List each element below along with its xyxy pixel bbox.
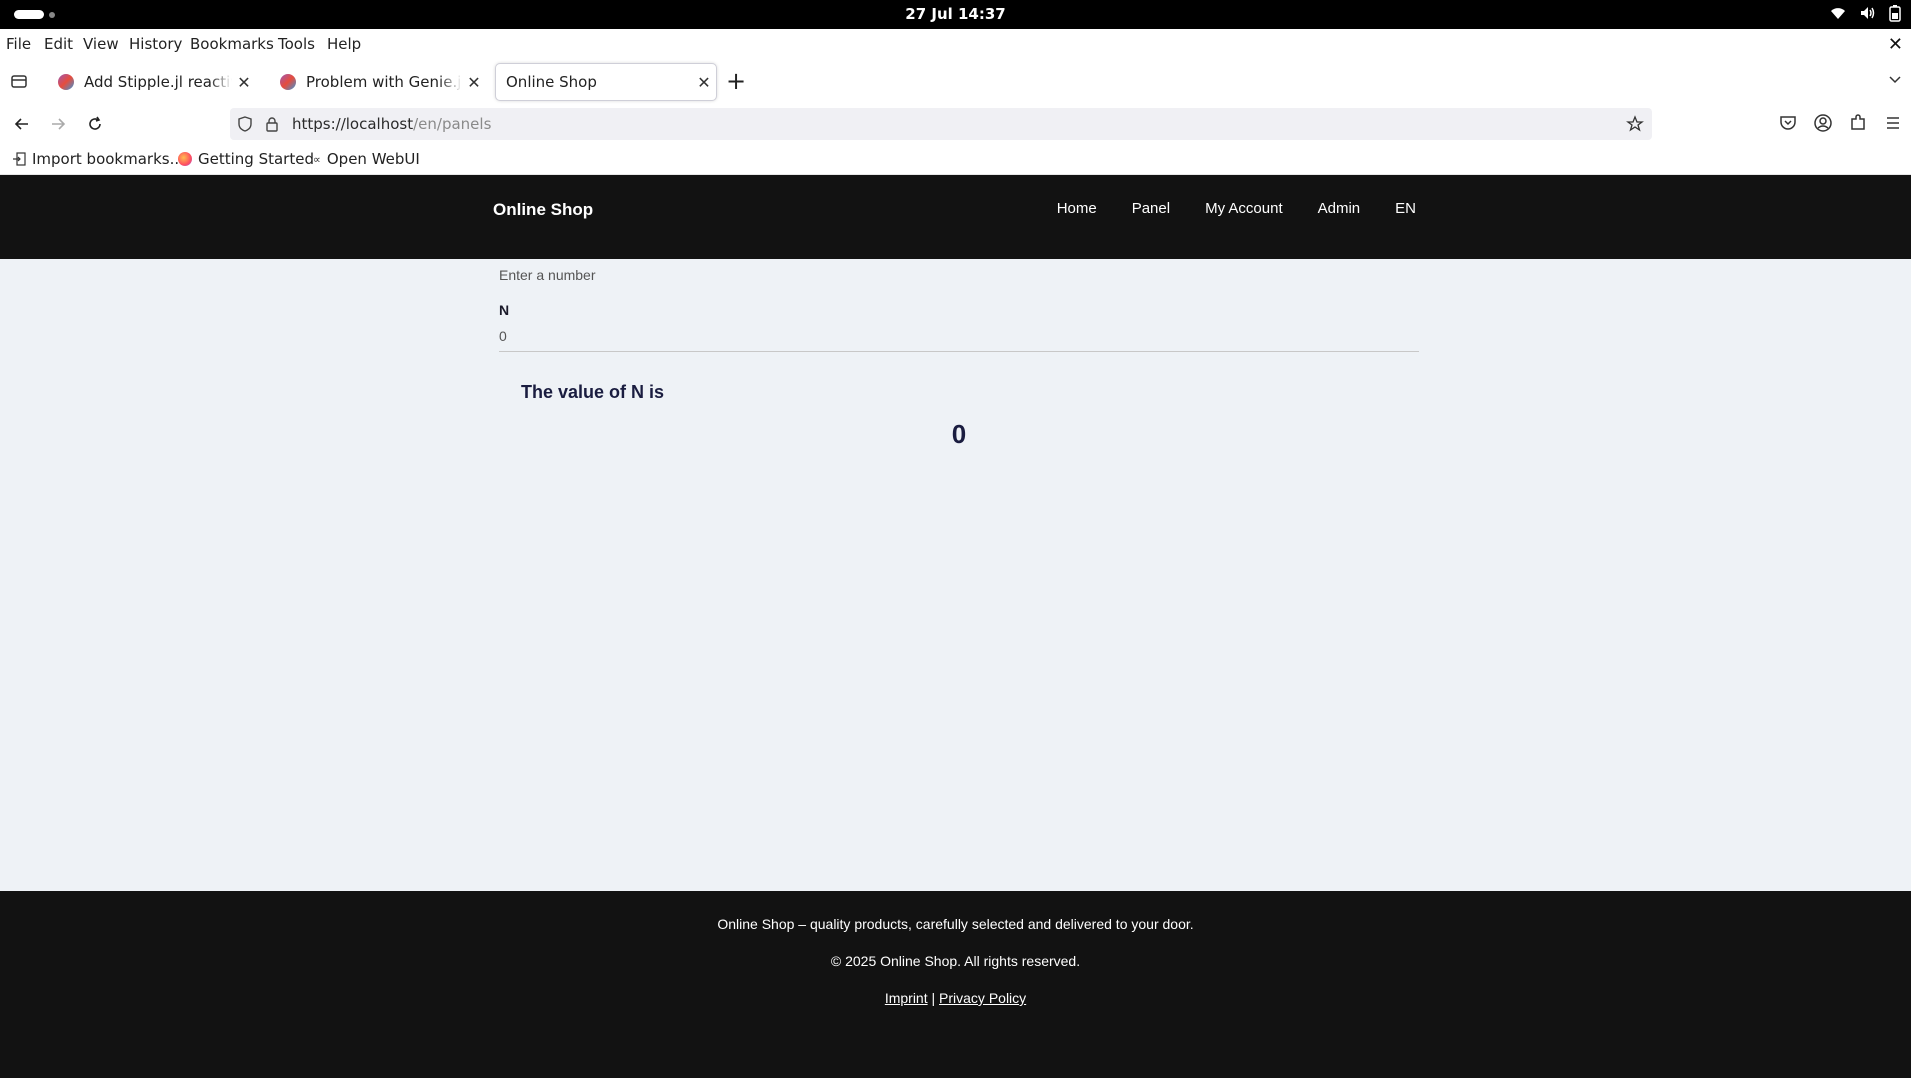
footer-copyright: © 2025 Online Shop. All rights reserved.	[830, 953, 1081, 969]
footer-separator: |	[931, 990, 936, 1006]
site-brand[interactable]: Online Shop	[493, 200, 593, 220]
nav-panel[interactable]: Panel	[1132, 200, 1170, 217]
bookmark-star-icon[interactable]	[1626, 115, 1644, 133]
back-icon[interactable]	[12, 114, 32, 134]
import-icon	[13, 152, 26, 166]
browser-menu-bar: File Edit View History Bookmarks Tools H…	[0, 29, 1911, 59]
window-close-icon[interactable]: ✕	[1888, 34, 1903, 55]
bookmark-label: Getting Started	[198, 150, 314, 168]
tab-label: Problem with Genie.jl nev	[306, 73, 462, 91]
reload-icon[interactable]	[85, 114, 105, 134]
tracking-protection-shield-icon[interactable]	[237, 116, 253, 132]
nav-my-account[interactable]: My Account	[1205, 200, 1283, 217]
tab-close-icon[interactable]: ✕	[462, 73, 486, 92]
site-header: Online Shop Home Panel My Account Admin …	[0, 175, 1911, 259]
n-value-display: 0	[951, 419, 967, 449]
list-all-tabs-icon[interactable]	[1887, 71, 1903, 87]
menu-help[interactable]: Help	[327, 35, 361, 53]
url-host: https://localhost	[292, 115, 414, 133]
site-nav: Home Panel My Account Admin EN	[1057, 200, 1416, 217]
system-top-bar: 27 Jul 14:37	[0, 0, 1911, 29]
bookmark-getting-started[interactable]: Getting Started	[178, 150, 314, 168]
battery-icon	[1889, 5, 1901, 22]
n-field-label: N	[499, 302, 510, 318]
bookmark-open-webui[interactable]: ∝ Open WebUI	[313, 150, 420, 168]
menu-edit[interactable]: Edit	[44, 35, 73, 53]
privacy-policy-link[interactable]: Privacy Policy	[939, 990, 1026, 1006]
pocket-icon[interactable]	[1778, 113, 1798, 133]
tab-genie[interactable]: Problem with Genie.jl nev ✕	[268, 63, 486, 101]
system-clock[interactable]: 27 Jul 14:37	[0, 5, 1911, 23]
tab-online-shop[interactable]: Online Shop ✕	[495, 63, 717, 101]
toolbar-right-icons	[1778, 113, 1903, 133]
firefox-icon	[178, 152, 192, 166]
system-tray[interactable]	[1829, 4, 1901, 22]
n-number-input[interactable]	[499, 320, 1419, 352]
menu-bookmarks[interactable]: Bookmarks	[190, 35, 274, 53]
wifi-icon	[1831, 8, 1845, 19]
menu-history[interactable]: History	[129, 35, 182, 53]
new-tab-icon[interactable]: +	[726, 67, 746, 95]
tab-stipple[interactable]: Add Stipple.jl reactive ele ✕	[46, 63, 256, 101]
menu-view[interactable]: View	[83, 35, 119, 53]
url-text[interactable]: https://localhost/en/panels	[292, 115, 491, 133]
firefox-view-icon[interactable]	[10, 72, 28, 90]
webui-icon: ∝	[313, 152, 321, 166]
bookmark-label: Open WebUI	[326, 150, 420, 168]
url-path: /en/panels	[413, 115, 492, 133]
site-footer: Online Shop – quality products, carefull…	[0, 891, 1911, 1078]
footer-links: Imprint | Privacy Policy	[0, 990, 1911, 1006]
value-heading: The value of N is	[521, 382, 665, 402]
menu-file[interactable]: File	[6, 35, 31, 53]
input-hint: Enter a number	[499, 267, 596, 283]
tab-close-icon[interactable]: ✕	[232, 73, 256, 92]
hamburger-menu-icon[interactable]	[1883, 113, 1903, 133]
address-bar[interactable]: https://localhost/en/panels	[230, 108, 1652, 140]
footer-tagline: Online Shop – quality products, carefull…	[717, 916, 1194, 932]
navigation-bar: https://localhost/en/panels	[0, 105, 1911, 143]
web-page: Online Shop Home Panel My Account Admin …	[0, 175, 1911, 1078]
tab-strip: Add Stipple.jl reactive ele ✕ Problem wi…	[0, 59, 1911, 105]
tab-label: Add Stipple.jl reactive ele	[84, 73, 232, 91]
lock-icon[interactable]	[264, 116, 280, 132]
site-favicon-icon	[58, 74, 74, 90]
tab-label: Online Shop	[506, 73, 597, 91]
account-icon[interactable]	[1813, 113, 1833, 133]
nav-admin[interactable]: Admin	[1318, 200, 1361, 217]
tab-close-icon[interactable]: ✕	[692, 73, 716, 92]
menu-tools[interactable]: Tools	[278, 35, 315, 53]
imprint-link[interactable]: Imprint	[885, 990, 928, 1006]
volume-icon	[1861, 7, 1875, 19]
nav-home[interactable]: Home	[1057, 200, 1097, 217]
extensions-icon[interactable]	[1848, 113, 1868, 133]
bookmark-label: Import bookmarks...	[32, 150, 184, 168]
site-favicon-icon	[280, 74, 296, 90]
bookmarks-toolbar: Import bookmarks... Getting Started ∝ Op…	[0, 143, 1911, 175]
forward-icon[interactable]	[48, 114, 68, 134]
bookmark-import[interactable]: Import bookmarks...	[12, 150, 184, 168]
nav-language[interactable]: EN	[1395, 200, 1416, 217]
